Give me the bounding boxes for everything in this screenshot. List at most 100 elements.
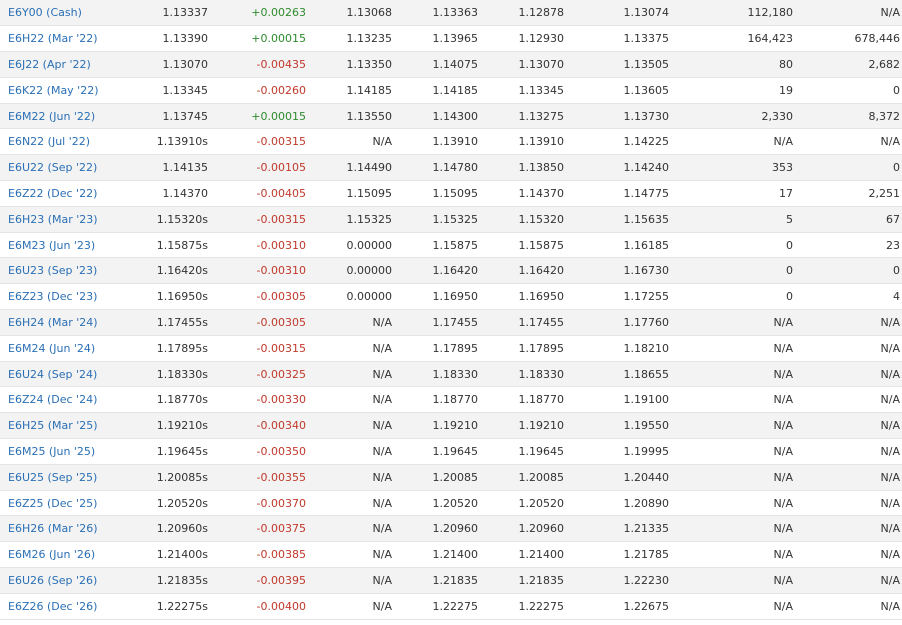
table-row[interactable]: E6M23 (Jun '23) 1.15875s -0.00310 0.00000 1.… <box>0 232 902 259</box>
contract-symbol-link[interactable]: E6H24 (Mar '24) <box>8 316 98 329</box>
contract-symbol-link[interactable]: E6Z24 (Dec '24) <box>8 393 97 406</box>
change-cell: -0.00325 <box>208 361 306 388</box>
table-row[interactable]: E6M24 (Jun '24) 1.17895s -0.00315 N/A 1.1789… <box>0 335 902 362</box>
table-row[interactable]: E6Z22 (Dec '22) 1.14370 -0.00405 1.15095 1.1… <box>0 180 902 207</box>
contract-symbol-link[interactable]: E6U25 (Sep '25) <box>8 471 97 484</box>
last-cell: 1.21835s <box>150 567 208 594</box>
table-row[interactable]: E6Z25 (Dec '25) 1.20520s -0.00370 N/A 1.2052… <box>0 490 902 517</box>
contract-symbol-link[interactable]: E6Z23 (Dec '23) <box>8 290 97 303</box>
table-row[interactable]: E6M22 (Jun '22) 1.13745 +0.00015 1.13550 1.1… <box>0 103 902 130</box>
previous-cell: 1.14775 <box>564 180 669 207</box>
open-int-cell: N/A <box>793 386 900 414</box>
open-int-cell: 8,372 <box>793 103 900 130</box>
contract-symbol-link[interactable]: E6Z25 (Dec '25) <box>8 497 97 510</box>
symbol-cell: E6M24 (Jun '24) <box>0 335 150 362</box>
symbol-cell: E6N22 (Jul '22) <box>0 128 150 156</box>
table-row[interactable]: E6H22 (Mar '22) 1.13390 +0.00015 1.13235 1.1… <box>0 25 902 53</box>
contract-symbol-link[interactable]: E6Y00 (Cash) <box>8 6 82 19</box>
contract-symbol-link[interactable]: E6U22 (Sep '22) <box>8 161 97 174</box>
low-cell: 1.14370 <box>478 180 564 207</box>
last-cell: 1.15320s <box>150 206 208 233</box>
change-cell: -0.00385 <box>208 541 306 569</box>
low-cell: 1.19210 <box>478 412 564 440</box>
contract-symbol-link[interactable]: E6M25 (Jun '25) <box>8 445 95 458</box>
previous-cell: 1.14225 <box>564 128 669 156</box>
table-row[interactable]: E6M25 (Jun '25) 1.19645s -0.00350 N/A 1.1964… <box>0 438 902 465</box>
open-cell: N/A <box>306 515 392 543</box>
table-row[interactable]: E6K22 (May '22) 1.13345 -0.00260 1.14185 1.1… <box>0 77 902 104</box>
volume-cell: 17 <box>669 180 793 207</box>
last-cell: 1.13745 <box>150 103 208 130</box>
last-cell: 1.16420s <box>150 257 208 285</box>
low-cell: 1.19645 <box>478 438 564 465</box>
table-row[interactable]: E6U22 (Sep '22) 1.14135 -0.00105 1.14490 1.1… <box>0 154 902 182</box>
open-cell: N/A <box>306 335 392 362</box>
symbol-cell: E6M26 (Jun '26) <box>0 541 150 569</box>
table-row[interactable]: E6H25 (Mar '25) 1.19210s -0.00340 N/A 1.1921… <box>0 412 902 440</box>
contract-symbol-link[interactable]: E6K22 (May '22) <box>8 84 99 97</box>
table-row[interactable]: E6Y00 (Cash) 1.13337 +0.00263 1.13068 1.1336… <box>0 0 902 27</box>
previous-cell: 1.16185 <box>564 232 669 259</box>
open-int-cell: N/A <box>793 567 900 594</box>
table-row[interactable]: E6U23 (Sep '23) 1.16420s -0.00310 0.00000 1.… <box>0 257 902 285</box>
high-cell: 1.13910 <box>392 128 478 156</box>
contract-symbol-link[interactable]: E6M23 (Jun '23) <box>8 239 95 252</box>
table-row[interactable]: E6U26 (Sep '26) 1.21835s -0.00395 N/A 1.2183… <box>0 567 902 594</box>
last-cell: 1.13345 <box>150 77 208 104</box>
change-cell: -0.00310 <box>208 232 306 259</box>
volume-cell: N/A <box>669 593 793 620</box>
last-cell: 1.14135 <box>150 154 208 182</box>
high-cell: 1.19645 <box>392 438 478 465</box>
change-cell: -0.00315 <box>208 128 306 156</box>
contract-symbol-link[interactable]: E6N22 (Jul '22) <box>8 135 90 148</box>
previous-cell: 1.13505 <box>564 51 669 78</box>
volume-cell: 164,423 <box>669 25 793 53</box>
change-cell: -0.00330 <box>208 386 306 414</box>
contract-symbol-link[interactable]: E6H26 (Mar '26) <box>8 522 98 535</box>
contract-symbol-link[interactable]: E6H22 (Mar '22) <box>8 32 98 45</box>
last-cell: 1.20085s <box>150 464 208 491</box>
previous-cell: 1.18655 <box>564 361 669 388</box>
change-cell: -0.00305 <box>208 283 306 311</box>
open-cell: 1.15325 <box>306 206 392 233</box>
table-row[interactable]: E6H26 (Mar '26) 1.20960s -0.00375 N/A 1.2096… <box>0 515 902 543</box>
contract-symbol-link[interactable]: E6Z26 (Dec '26) <box>8 600 97 613</box>
change-cell: -0.00315 <box>208 335 306 362</box>
contract-symbol-link[interactable]: E6M26 (Jun '26) <box>8 548 95 561</box>
volume-cell: N/A <box>669 464 793 491</box>
table-row[interactable]: E6N22 (Jul '22) 1.13910s -0.00315 N/A 1.1391… <box>0 128 902 156</box>
symbol-cell: E6U25 (Sep '25) <box>0 464 150 491</box>
contract-symbol-link[interactable]: E6Z22 (Dec '22) <box>8 187 97 200</box>
previous-cell: 1.13605 <box>564 77 669 104</box>
table-row[interactable]: E6Z26 (Dec '26) 1.22275s -0.00400 N/A 1.2227… <box>0 593 902 620</box>
table-row[interactable]: E6J22 (Apr '22) 1.13070 -0.00435 1.13350 1.1… <box>0 51 902 78</box>
volume-cell: 0 <box>669 283 793 311</box>
contract-symbol-link[interactable]: E6J22 (Apr '22) <box>8 58 91 71</box>
table-row[interactable]: E6M26 (Jun '26) 1.21400s -0.00385 N/A 1.2140… <box>0 541 902 569</box>
low-cell: 1.15320 <box>478 206 564 233</box>
last-cell: 1.18330s <box>150 361 208 388</box>
high-cell: 1.16950 <box>392 283 478 311</box>
contract-symbol-link[interactable]: E6H23 (Mar '23) <box>8 213 98 226</box>
contract-symbol-link[interactable]: E6M24 (Jun '24) <box>8 342 95 355</box>
high-cell: 1.20520 <box>392 490 478 517</box>
open-cell: 0.00000 <box>306 232 392 259</box>
table-row[interactable]: E6Z23 (Dec '23) 1.16950s -0.00305 0.00000 1.… <box>0 283 902 311</box>
open-cell: N/A <box>306 361 392 388</box>
contract-symbol-link[interactable]: E6H25 (Mar '25) <box>8 419 98 432</box>
volume-cell: N/A <box>669 412 793 440</box>
table-row[interactable]: E6Z24 (Dec '24) 1.18770s -0.00330 N/A 1.1877… <box>0 386 902 414</box>
open-int-cell: N/A <box>793 309 900 336</box>
table-row[interactable]: E6U24 (Sep '24) 1.18330s -0.00325 N/A 1.1833… <box>0 361 902 388</box>
high-cell: 1.17895 <box>392 335 478 362</box>
contract-symbol-link[interactable]: E6U23 (Sep '23) <box>8 264 97 277</box>
table-row[interactable]: E6H23 (Mar '23) 1.15320s -0.00315 1.15325 1.… <box>0 206 902 233</box>
low-cell: 1.18770 <box>478 386 564 414</box>
open-int-cell: 2,682 <box>793 51 900 78</box>
contract-symbol-link[interactable]: E6U24 (Sep '24) <box>8 368 97 381</box>
contract-symbol-link[interactable]: E6U26 (Sep '26) <box>8 574 97 587</box>
table-row[interactable]: E6U25 (Sep '25) 1.20085s -0.00355 N/A 1.2008… <box>0 464 902 491</box>
table-row[interactable]: E6H24 (Mar '24) 1.17455s -0.00305 N/A 1.1745… <box>0 309 902 336</box>
symbol-cell: E6M22 (Jun '22) <box>0 103 150 130</box>
contract-symbol-link[interactable]: E6M22 (Jun '22) <box>8 110 95 123</box>
